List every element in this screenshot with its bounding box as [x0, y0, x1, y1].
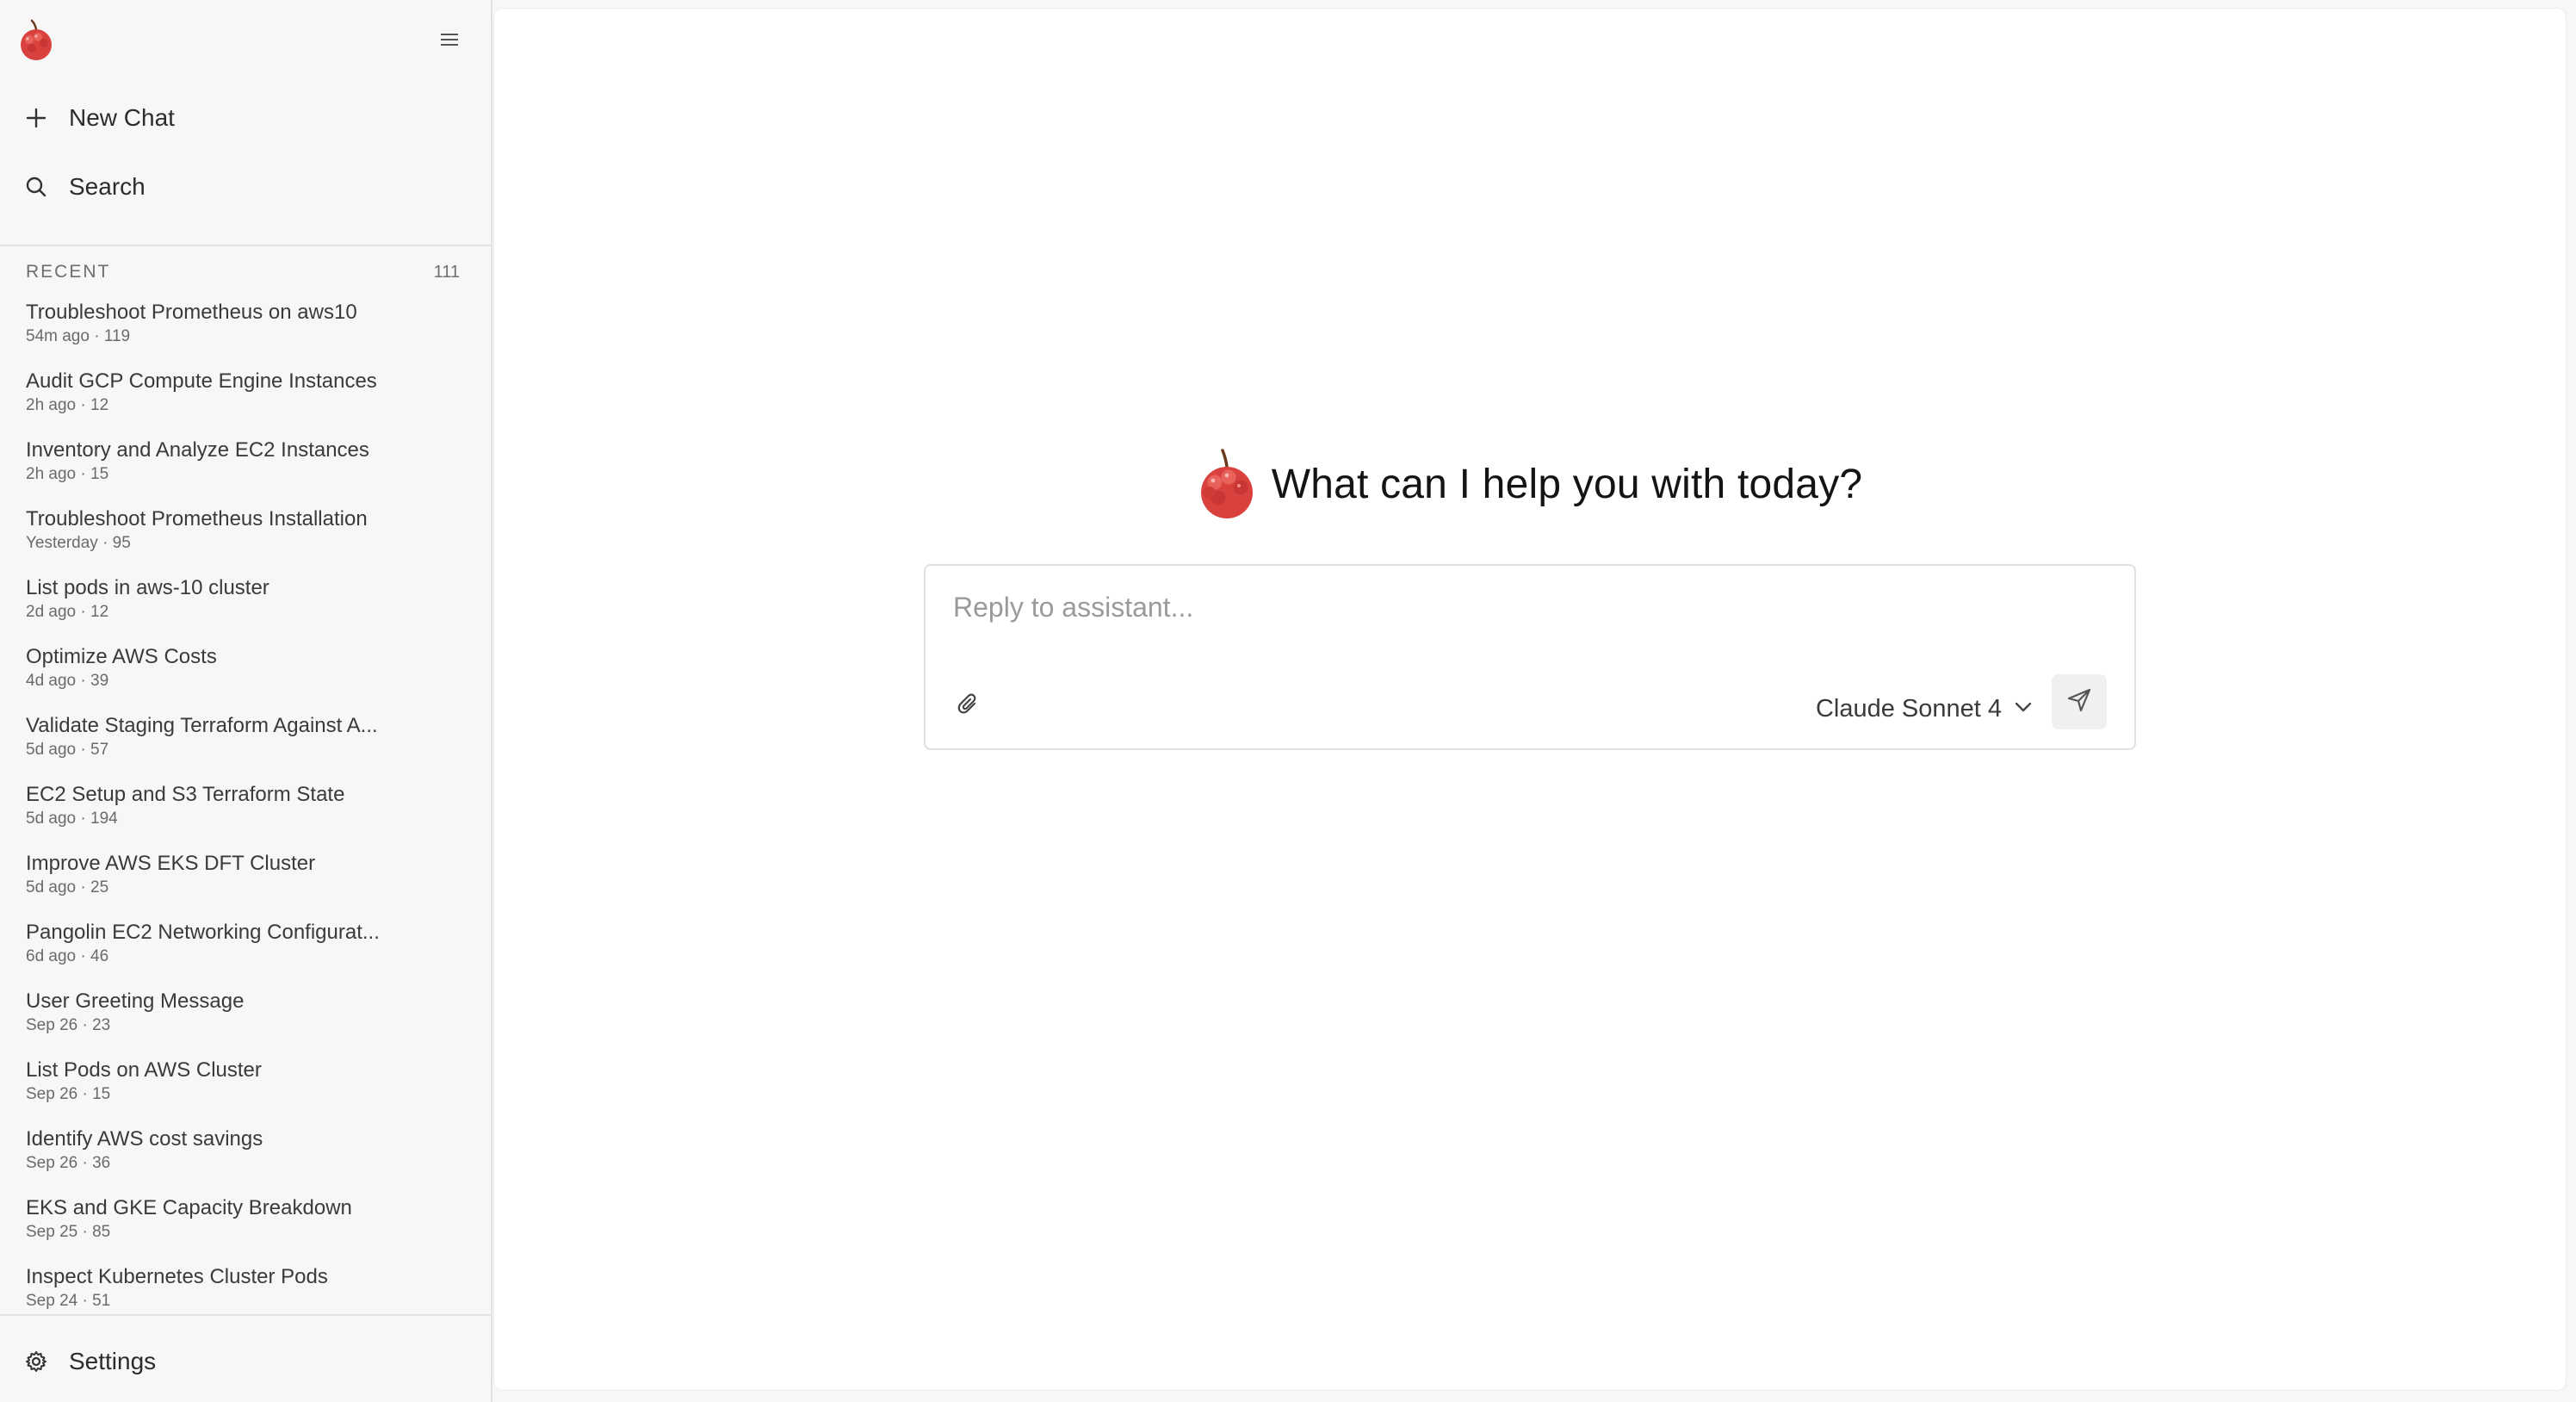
chat-title: Audit GCP Compute Engine Instances: [26, 369, 377, 393]
attach-button[interactable]: [951, 690, 986, 724]
search-icon: [22, 173, 50, 201]
chat-meta: Sep 25 · 85: [26, 1223, 111, 1241]
chat-meta: 2h ago · 12: [26, 396, 109, 414]
chat-title: EKS and GKE Capacity Breakdown: [26, 1196, 352, 1219]
chat-history-item[interactable]: EKS and GKE Capacity Breakdown Sep 25 · …: [0, 1185, 492, 1254]
message-composer[interactable]: Claude Sonnet 4: [924, 564, 2136, 750]
new-chat-label: New Chat: [69, 104, 175, 131]
chat-history-item[interactable]: EC2 Setup and S3 Terraform State 5d ago …: [0, 772, 492, 841]
chat-title: Troubleshoot Prometheus on aws10: [26, 301, 357, 324]
chat-meta: 5d ago · 194: [26, 810, 118, 828]
chat-meta: Yesterday · 95: [26, 534, 131, 552]
chat-history-item[interactable]: Inspect Kubernetes Cluster Pods Sep 24 ·…: [0, 1254, 492, 1312]
chat-meta: Sep 26 · 15: [26, 1085, 111, 1103]
chat-meta: Sep 24 · 51: [26, 1292, 111, 1310]
chat-history-list[interactable]: Troubleshoot Prometheus on aws10 54m ago…: [0, 289, 492, 1312]
sidebar-footer-divider: [0, 1314, 492, 1316]
sidebar: New Chat Search RECENT 111 Troubleshoot …: [0, 0, 492, 1402]
chat-title: Identify AWS cost savings: [26, 1127, 263, 1151]
search-button[interactable]: Search: [0, 158, 492, 215]
chat-title: List pods in aws-10 cluster: [26, 576, 269, 599]
welcome-heading: What can I help you with today?: [494, 448, 2566, 520]
chat-meta: 5d ago · 57: [26, 741, 109, 759]
recent-header: RECENT 111: [26, 262, 460, 282]
gear-icon: [22, 1348, 50, 1375]
recent-count: 111: [433, 262, 460, 282]
chat-meta: 2h ago · 15: [26, 465, 109, 483]
chat-title: Validate Staging Terraform Against A...: [26, 714, 378, 737]
chat-title: EC2 Setup and S3 Terraform State: [26, 783, 345, 806]
chat-title: Inspect Kubernetes Cluster Pods: [26, 1265, 328, 1288]
chat-history-item[interactable]: List Pods on AWS Cluster Sep 26 · 15: [0, 1047, 492, 1116]
chevron-down-icon: [2014, 701, 2033, 717]
chat-title: Improve AWS EKS DFT Cluster: [26, 852, 316, 875]
chat-history-item[interactable]: Identify AWS cost savings Sep 26 · 36: [0, 1116, 492, 1185]
chat-meta: 6d ago · 46: [26, 947, 109, 965]
search-label: Search: [69, 173, 146, 200]
send-button[interactable]: [2052, 674, 2107, 729]
chat-history-item[interactable]: Pangolin EC2 Networking Configurat... 6d…: [0, 909, 492, 978]
new-chat-button[interactable]: New Chat: [0, 90, 492, 146]
chat-history-item[interactable]: Audit GCP Compute Engine Instances 2h ag…: [0, 358, 492, 427]
chat-title: User Greeting Message: [26, 989, 245, 1013]
chat-meta: Sep 26 · 36: [26, 1154, 111, 1172]
chat-meta: 2d ago · 12: [26, 603, 109, 621]
chat-history-item[interactable]: Troubleshoot Prometheus Installation Yes…: [0, 496, 492, 565]
model-selector[interactable]: Claude Sonnet 4: [1816, 692, 2033, 726]
chat-history-item[interactable]: Troubleshoot Prometheus on aws10 54m ago…: [0, 289, 492, 358]
chat-title: Troubleshoot Prometheus Installation: [26, 507, 368, 530]
main-panel: What can I help you with today? Claude S…: [494, 9, 2566, 1390]
model-label: Claude Sonnet 4: [1815, 694, 2002, 723]
chat-title: Pangolin EC2 Networking Configurat...: [26, 921, 380, 944]
send-icon: [2065, 686, 2093, 718]
chat-meta: 54m ago · 119: [26, 327, 131, 345]
raspberry-logo-icon[interactable]: [17, 19, 55, 62]
chat-history-item[interactable]: Validate Staging Terraform Against A... …: [0, 703, 492, 772]
plus-icon: [22, 104, 50, 132]
chat-title: Optimize AWS Costs: [26, 645, 217, 668]
chat-meta: 5d ago · 25: [26, 878, 109, 896]
chat-meta: 4d ago · 39: [26, 672, 109, 690]
chat-title: Inventory and Analyze EC2 Instances: [26, 438, 369, 462]
message-input[interactable]: [953, 592, 2072, 623]
paperclip-icon: [956, 692, 981, 723]
chat-meta: Sep 26 · 23: [26, 1016, 111, 1034]
welcome-title: What can I help you with today?: [1271, 461, 1863, 507]
settings-label: Settings: [69, 1348, 157, 1374]
chat-history-item[interactable]: List pods in aws-10 cluster 2d ago · 12: [0, 565, 492, 634]
chat-history-item[interactable]: Improve AWS EKS DFT Cluster 5d ago · 25: [0, 841, 492, 909]
chat-history-item[interactable]: User Greeting Message Sep 26 · 23: [0, 978, 492, 1047]
sidebar-divider: [0, 245, 492, 246]
chat-title: List Pods on AWS Cluster: [26, 1058, 262, 1082]
chat-history-item[interactable]: Inventory and Analyze EC2 Instances 2h a…: [0, 427, 492, 496]
recent-label: RECENT: [26, 262, 111, 282]
settings-button[interactable]: Settings: [0, 1333, 492, 1390]
hamburger-menu-icon[interactable]: [436, 26, 463, 53]
chat-history-item[interactable]: Optimize AWS Costs 4d ago · 39: [0, 634, 492, 703]
raspberry-icon: [1198, 448, 1256, 520]
